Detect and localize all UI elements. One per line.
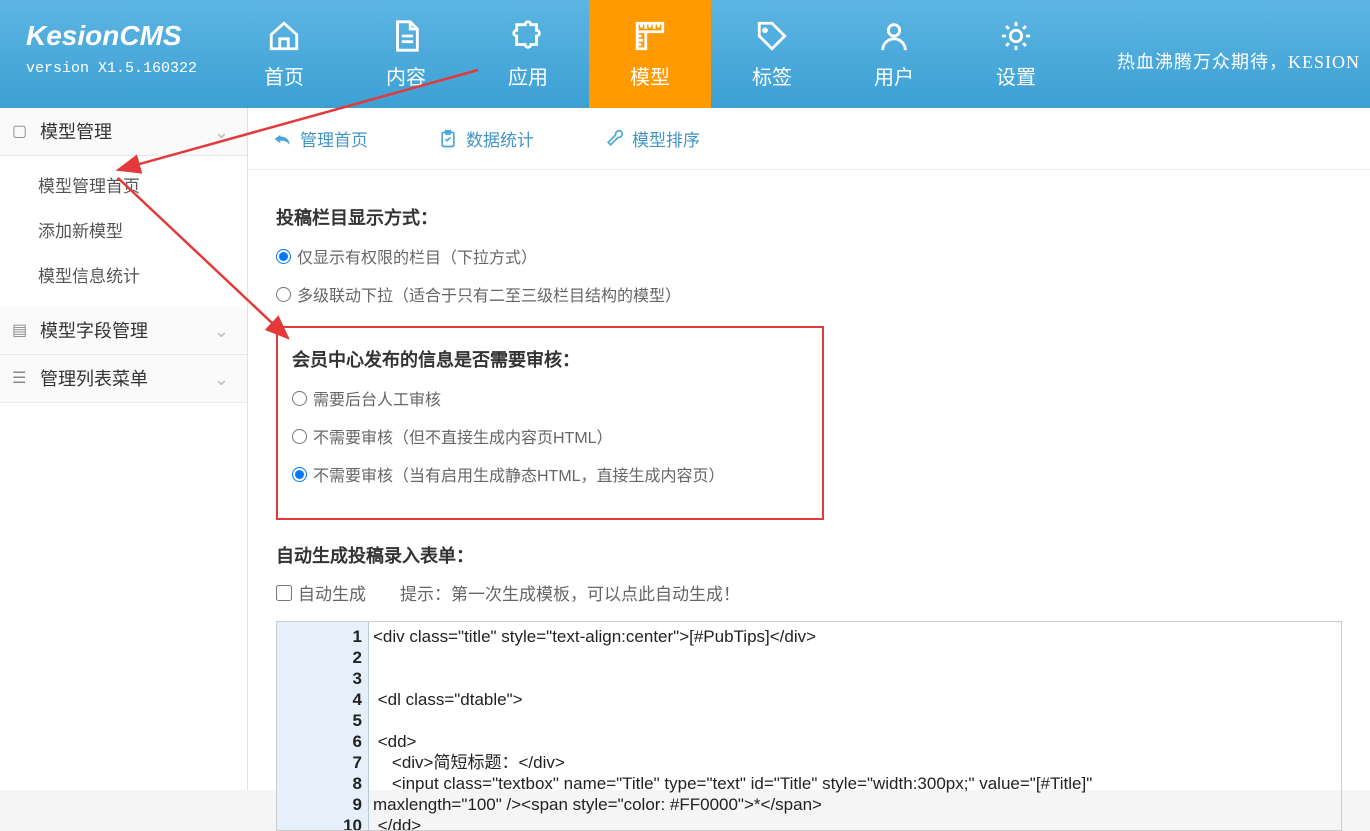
subnav-data-stats[interactable]: 数据统计 (438, 126, 534, 151)
subnav-manage-home[interactable]: 管理首页 (272, 126, 368, 151)
top-nav: 首页 内容 应用 模型 标签 用户 设置 (223, 0, 1077, 108)
nav-apps[interactable]: 应用 (467, 0, 589, 108)
code-gutter: 12345678910 (277, 622, 369, 830)
nav-users[interactable]: 用户 (833, 0, 955, 108)
nav-settings[interactable]: 设置 (955, 0, 1077, 108)
content-area: 管理首页 数据统计 模型排序 投稿栏目显示方式： 仅显示有权限的栏目（下拉方式）… (248, 108, 1370, 790)
sidebar: ▢ 模型管理 ⌄ 模型管理首页 添加新模型 模型信息统计 ▤ 模型字段管理 ⌄ … (0, 108, 248, 790)
code-text[interactable]: <div class="title" style="text-align:cen… (369, 622, 1341, 830)
section2-title: 会员中心发布的信息是否需要审核： (292, 346, 808, 372)
sidebar-group-field-manage[interactable]: ▤ 模型字段管理 ⌄ (0, 307, 247, 355)
section3-title: 自动生成投稿录入表单： (276, 542, 1342, 568)
subnav-model-sort[interactable]: 模型排序 (604, 126, 700, 151)
clipboard-icon (438, 129, 458, 149)
nav-content[interactable]: 内容 (345, 0, 467, 108)
sidebar-item-model-home[interactable]: 模型管理首页 (0, 162, 247, 207)
puzzle-icon (511, 19, 545, 53)
sidebar-group-model-manage[interactable]: ▢ 模型管理 ⌄ (0, 108, 247, 156)
radio-review-gen-html[interactable]: 不需要审核（当有启用生成静态HTML，直接生成内容页） (292, 462, 808, 486)
app-version: version X1.5.160322 (26, 60, 197, 77)
nav-tags[interactable]: 标签 (711, 0, 833, 108)
app-title: KesionCMS (26, 20, 197, 52)
nav-model[interactable]: 模型 (589, 0, 711, 108)
radio-display-permitted[interactable]: 仅显示有权限的栏目（下拉方式） (276, 244, 1342, 268)
doc-icon (389, 19, 423, 53)
sidebar-group-list-menu[interactable]: ☰ 管理列表菜单 ⌄ (0, 355, 247, 403)
menu-icon: ☰ (12, 355, 30, 403)
ruler-icon (633, 19, 667, 53)
home-icon (267, 19, 301, 53)
chevron-down-icon: ⌄ (214, 108, 229, 156)
radio-display-cascade[interactable]: 多级联动下拉（适合于只有二至三级栏目结构的模型） (276, 282, 1342, 306)
code-editor[interactable]: 12345678910 <div class="title" style="te… (276, 621, 1342, 831)
gear-icon (999, 19, 1033, 53)
auto-generate-hint: 提示：第一次生成模板，可以点此自动生成！ (400, 580, 740, 605)
checkbox-auto-generate[interactable]: 自动生成 (276, 580, 366, 605)
user-icon (877, 19, 911, 53)
section1-title: 投稿栏目显示方式： (276, 204, 1342, 230)
chevron-down-icon: ⌄ (214, 307, 229, 355)
sidebar-item-add-model[interactable]: 添加新模型 (0, 207, 247, 252)
sidebar-item-model-stats[interactable]: 模型信息统计 (0, 252, 247, 297)
cube-icon: ▢ (12, 108, 30, 156)
topbar: KesionCMS version X1.5.160322 首页 内容 应用 模… (0, 0, 1370, 108)
tag-icon (755, 19, 789, 53)
top-right-text: 热血沸腾万众期待，KESION (1117, 48, 1360, 74)
logo-block: KesionCMS version X1.5.160322 (0, 0, 223, 108)
subnav: 管理首页 数据统计 模型排序 (248, 108, 1370, 170)
radio-review-manual[interactable]: 需要后台人工审核 (292, 386, 808, 410)
nav-home[interactable]: 首页 (223, 0, 345, 108)
review-box: 会员中心发布的信息是否需要审核： 需要后台人工审核 不需要审核（但不直接生成内容… (276, 326, 824, 520)
list-icon: ▤ (12, 307, 30, 355)
wrench-icon (604, 129, 624, 149)
chevron-down-icon: ⌄ (214, 355, 229, 403)
radio-review-no-html[interactable]: 不需要审核（但不直接生成内容页HTML） (292, 424, 808, 448)
reply-icon (272, 129, 292, 149)
